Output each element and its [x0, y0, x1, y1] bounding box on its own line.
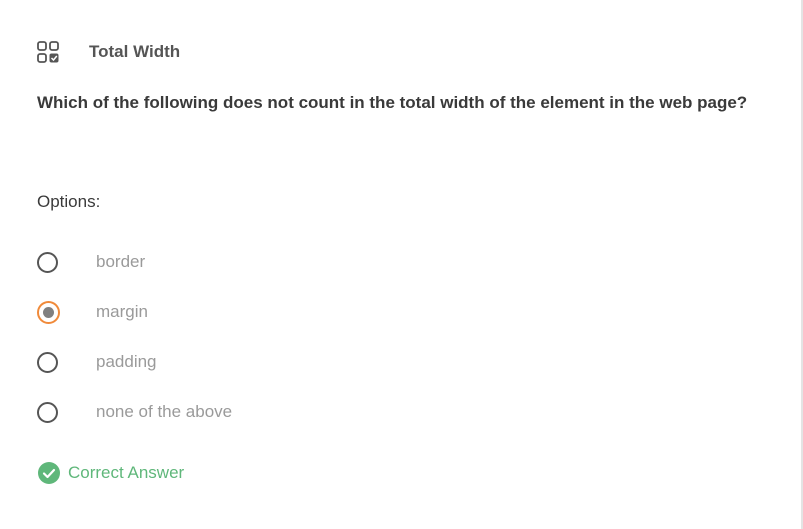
option-label: border — [96, 252, 146, 271]
radio-button-selected[interactable] — [37, 300, 60, 324]
quiz-grid-check-icon — [37, 41, 59, 63]
radio-button[interactable] — [37, 401, 58, 423]
check-circle-icon — [38, 462, 60, 484]
radio-dot — [43, 306, 54, 318]
radio-button[interactable] — [37, 351, 58, 373]
options-label: Options: — [37, 192, 101, 211]
option-label: none of the above — [96, 402, 233, 421]
radio-button[interactable] — [37, 251, 58, 273]
option-margin[interactable]: margin — [37, 287, 232, 337]
option-padding[interactable]: padding — [37, 337, 232, 387]
result-text: Correct Answer — [68, 463, 185, 482]
option-label: margin — [96, 302, 148, 321]
question-title: Total Width — [89, 42, 181, 61]
question-header: Total Width — [37, 40, 180, 64]
option-none-of-the-above[interactable]: none of the above — [37, 387, 232, 437]
options-list: border margin padding none of the above — [37, 237, 232, 437]
question-text: Which of the following does not count in… — [37, 93, 748, 112]
option-label: padding — [96, 352, 157, 371]
answer-result: Correct Answer — [38, 462, 184, 484]
option-border[interactable]: border — [37, 237, 232, 287]
